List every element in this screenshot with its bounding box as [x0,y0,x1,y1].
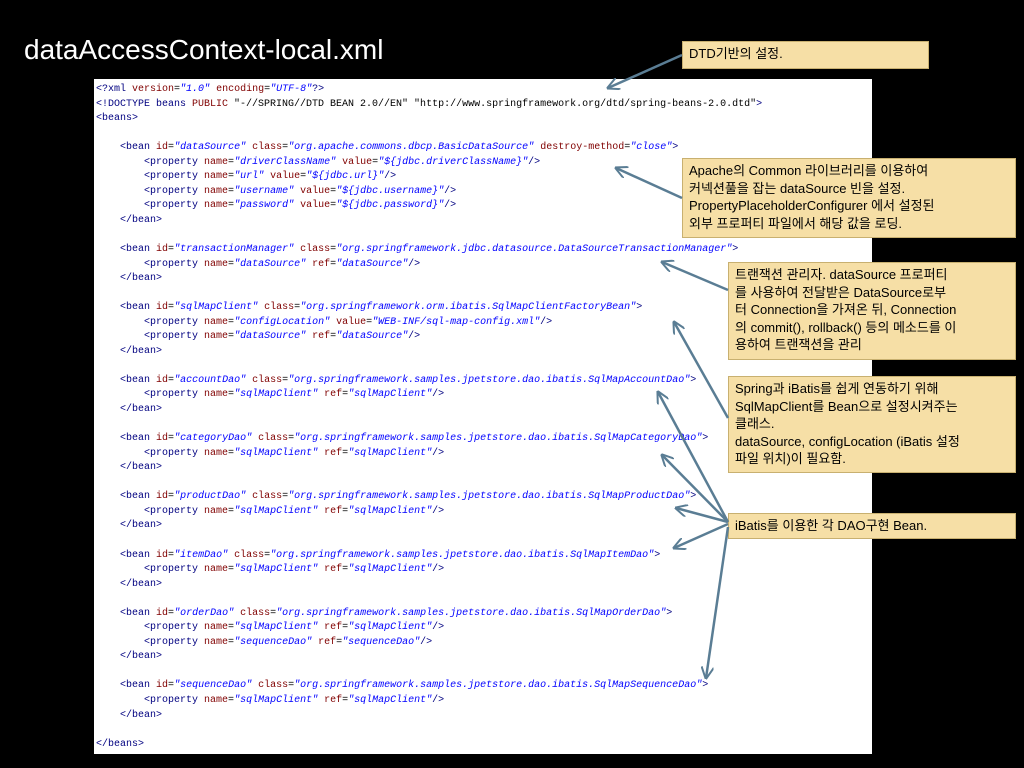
arrow-datasource [616,168,683,200]
arrow-sqlmapclient [674,322,730,419]
arrow-transaction-manager [662,262,729,292]
callout-arrows [0,53,730,768]
arrow-dao-sequence [706,526,730,678]
arrow-dao-account [658,392,730,523]
arrow-dtd [608,53,683,88]
arrow-dao-item [674,522,729,548]
